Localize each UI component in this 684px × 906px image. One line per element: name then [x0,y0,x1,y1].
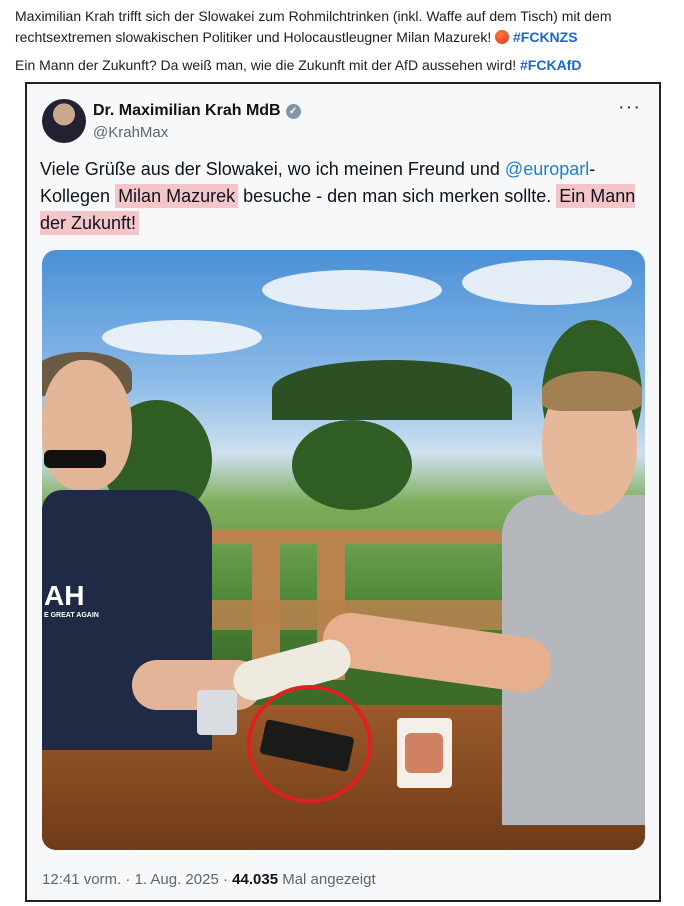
post-paragraph-2: Ein Mann der Zukunft? Da weiß man, wie d… [15,55,675,76]
separator: · [222,871,228,888]
tweet-photo[interactable]: AH E GREAT AGAIN [42,250,645,850]
more-options-icon[interactable]: ··· [618,96,641,119]
tweet-text-part: besuche - den man sich merken sollte. [238,186,557,206]
avatar[interactable] [42,99,86,143]
separator: · [125,871,131,888]
red-circle-annotation [247,685,372,803]
shirt-text: AH [44,580,85,611]
embedded-tweet[interactable]: Dr. Maximilian Krah MdB ✓ @KrahMax ··· Vi… [25,82,661,902]
tweet-text: Viele Grüße aus der Slowakei, wo ich mei… [40,156,645,237]
highlight-name: Milan Mazurek [115,184,239,208]
author-handle[interactable]: @KrahMax [93,124,168,141]
tweet-meta: 12:41 vorm. · 1. Aug. 2025 · 44.035 Mal … [42,871,376,888]
hashtag-fckafd[interactable]: #FCKAfD [520,57,581,73]
view-count: 44.035 [232,871,279,888]
sunglasses [44,450,106,468]
view-count-label: Mal angezeigt [282,871,376,888]
hair [542,371,642,411]
hashtag-fcknzs[interactable]: #FCKNZS [513,29,578,45]
tweet-time[interactable]: 12:41 vorm. [42,871,121,888]
post-line-2: Ein Mann der Zukunft? Da weiß man, wie d… [15,57,517,73]
author-name[interactable]: Dr. Maximilian Krah MdB ✓ [93,102,301,120]
cup [197,690,237,735]
verified-badge-icon: ✓ [285,104,301,119]
post-paragraph-1: Maximilian Krah trifft sich der Slowakei… [15,6,675,48]
mention-link[interactable]: @europarl [505,159,589,179]
tweet-date[interactable]: 1. Aug. 2025 [135,871,219,888]
post-text: Maximilian Krah trifft sich der Slowakei… [15,6,675,76]
cloud [462,260,632,305]
author-name-text: Dr. Maximilian Krah MdB [93,102,281,119]
cloud [102,320,262,355]
shirt-subtext: E GREAT AGAIN [44,612,99,619]
person-left: AH E GREAT AGAIN [42,352,262,750]
mug [397,718,452,788]
tweet-text-part: Viele Grüße aus der Slowakei, wo ich mei… [40,159,505,179]
angry-face-icon [495,30,510,44]
head [42,360,132,490]
cloud [262,270,442,310]
shirt: AH E GREAT AGAIN [42,490,212,750]
